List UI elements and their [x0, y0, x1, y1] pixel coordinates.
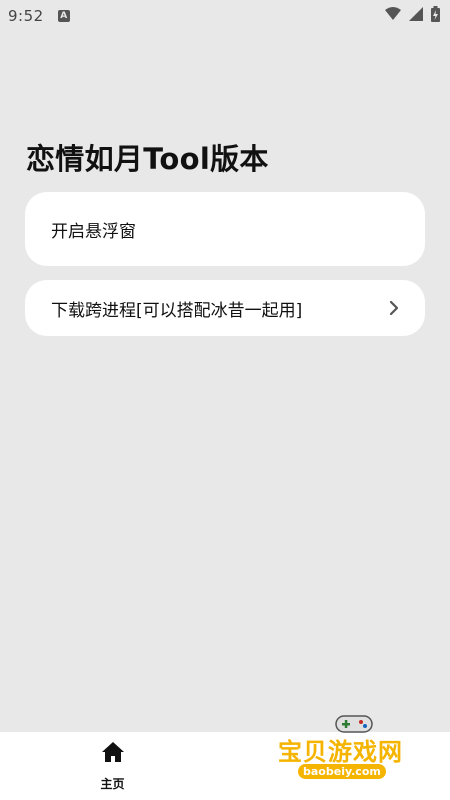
nav-item-home[interactable]: 主页 [0, 732, 225, 800]
status-bar: 9:52 A [0, 0, 450, 32]
download-cross-process-label: 下载跨进程[可以搭配冰昔一起用] [51, 300, 303, 321]
home-icon [101, 741, 125, 767]
chevron-right-icon [389, 300, 399, 316]
page-title: 恋情如月Tool版本 [26, 142, 269, 176]
status-icons [385, 6, 440, 26]
nav-label-home: 主页 [100, 776, 125, 791]
signal-icon [409, 7, 423, 25]
wifi-icon [385, 7, 401, 25]
status-time: 9:52 [8, 7, 44, 25]
bottom-navigation: 主页 [0, 732, 450, 800]
floating-window-label: 开启悬浮窗 [51, 221, 136, 242]
a-notification-icon: A [57, 10, 70, 22]
download-cross-process-card[interactable]: 下载跨进程[可以搭配冰昔一起用] [25, 280, 425, 336]
floating-window-toggle-card[interactable]: 开启悬浮窗 [25, 192, 425, 266]
battery-charging-icon [431, 6, 440, 26]
